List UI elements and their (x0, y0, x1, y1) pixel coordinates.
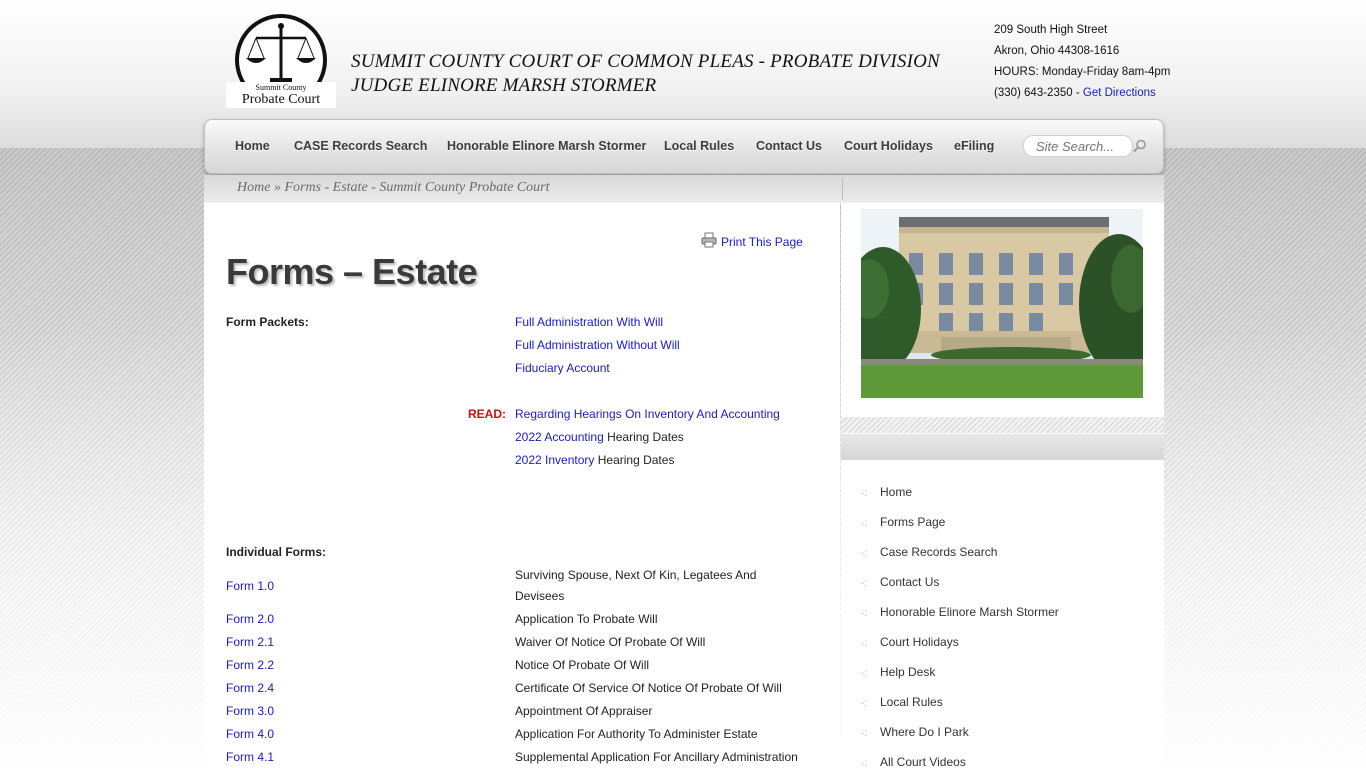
main-nav: Home CASE Records Search Honorable Elino… (204, 119, 1164, 174)
form-link[interactable]: Form 4.0 (226, 727, 274, 741)
form-link[interactable]: Form 2.1 (226, 635, 274, 649)
printer-icon[interactable] (701, 232, 717, 248)
phone-text: (330) 643-2350 - (994, 87, 1080, 99)
sidebar-item-court-holidays[interactable]: ·: Court Holidays (861, 635, 959, 649)
bullet-icon: ·: (861, 518, 868, 529)
sidebar-item-label: Where Do I Park (880, 725, 969, 739)
accounting-hearing-line: 2022 Accounting Hearing Dates (515, 430, 684, 444)
sidebar-item-where-do-i-park[interactable]: ·: Where Do I Park (861, 725, 969, 739)
address-line1: 209 South High Street (994, 24, 1108, 36)
site-search-input[interactable] (1023, 135, 1133, 157)
bullet-icon: ·: (861, 608, 868, 619)
sidebar-item-all-court-videos[interactable]: ·: All Court Videos (861, 755, 966, 768)
breadcrumb-home-link[interactable]: Home (237, 180, 270, 195)
form-description: Certificate Of Service Of Notice Of Prob… (515, 681, 782, 695)
main-content: Print This Page Forms – Estate Form Pack… (204, 203, 840, 768)
hours-text: HOURS: Monday-Friday 8am-4pm (994, 66, 1171, 78)
accounting-hearing-text: Hearing Dates (607, 430, 684, 444)
sidebar: ·: Home ·: Forms Page ·: Case Records Searc… (841, 203, 1164, 768)
probate-court-logo[interactable]: Summit County Probate Court (226, 14, 336, 108)
form-description: Notice Of Probate Of Will (515, 658, 650, 672)
form-description: Application To Probate Will (515, 612, 658, 626)
print-this-page-link[interactable]: Print This Page (721, 235, 803, 249)
sidebar-item-label: Forms Page (880, 515, 946, 529)
nav-contact-us[interactable]: Contact Us (756, 139, 822, 153)
breadcrumb: Home » Forms - Estate - Summit County Pr… (237, 180, 550, 196)
sidebar-item-case-records-search[interactable]: ·: Case Records Search (861, 545, 997, 559)
sidebar-item-forms-page[interactable]: ·: Forms Page (861, 515, 945, 529)
site-title-line1: SUMMIT COUNTY COURT OF COMMON PLEAS - PR… (351, 51, 940, 72)
packet-fiduciary-account-link[interactable]: Fiduciary Account (515, 361, 610, 375)
sidebar-separator (841, 417, 1164, 433)
site-title-line2: JUDGE ELINORE MARSH STORMER (351, 75, 657, 96)
form-description: Appointment Of Appraiser (515, 704, 653, 718)
accounting-2022-link[interactable]: 2022 Accounting (515, 430, 604, 444)
breadcrumb-separator: » (270, 180, 285, 195)
courthouse-photo (861, 209, 1143, 398)
sidebar-item-local-rules[interactable]: ·: Local Rules (861, 695, 943, 709)
phone-line: (330) 643-2350 - Get Directions (994, 83, 1194, 104)
form-link[interactable]: Form 2.4 (226, 681, 274, 695)
address-line2: Akron, Ohio 44308-1616 (994, 45, 1120, 57)
breadcrumb-bar: Home » Forms - Estate - Summit County Pr… (204, 175, 1164, 203)
individual-forms-label: Individual Forms: (226, 545, 327, 559)
sidebar-item-contact-us[interactable]: ·: Contact Us (861, 575, 939, 589)
bullet-icon: ·: (861, 668, 868, 679)
nav-honorable-judge[interactable]: Honorable Elinore Marsh Stormer (447, 139, 646, 153)
nav-local-rules[interactable]: Local Rules (664, 139, 734, 153)
nav-efiling[interactable]: eFiling (954, 139, 994, 153)
sidebar-item-label: Court Holidays (880, 635, 959, 649)
form-description: Application For Authority To Administer … (515, 727, 758, 741)
sidebar-item-label: Contact Us (880, 575, 940, 589)
form-link[interactable]: Form 4.1 (226, 750, 274, 764)
breadcrumb-current: Forms - Estate - Summit County Probate C… (284, 180, 550, 195)
nav-court-holidays[interactable]: Court Holidays (844, 139, 933, 153)
sidebar-item-home[interactable]: ·: Home (861, 485, 912, 499)
form-description: Waiver Of Notice Of Probate Of Will (515, 635, 706, 649)
nav-home[interactable]: Home (235, 139, 270, 153)
form-link[interactable]: Form 2.0 (226, 612, 274, 626)
inventory-hearing-line: 2022 Inventory Hearing Dates (515, 453, 674, 467)
page-title: Forms – Estate (226, 251, 478, 292)
sidebar-item-help-desk[interactable]: ·: Help Desk (861, 665, 935, 679)
sidebar-item-label: Local Rules (880, 695, 943, 709)
form-link[interactable]: Form 2.2 (226, 658, 274, 672)
breadcrumb-divider (842, 178, 843, 200)
packet-full-admin-with-will-link[interactable]: Full Administration With Will (515, 315, 663, 329)
form-link[interactable]: Form 1.0 (226, 579, 274, 593)
nav-case-records-search[interactable]: CASE Records Search (294, 139, 427, 153)
sidebar-item-label: Help Desk (880, 665, 936, 679)
bullet-icon: ·: (861, 488, 868, 499)
form-link[interactable]: Form 3.0 (226, 704, 274, 718)
search-icon[interactable] (1133, 139, 1147, 153)
get-directions-link[interactable]: Get Directions (1083, 87, 1156, 99)
hearings-inventory-accounting-link[interactable]: Regarding Hearings On Inventory And Acco… (515, 407, 780, 421)
inventory-hearing-text: Hearing Dates (597, 453, 675, 467)
site-title: SUMMIT COUNTY COURT OF COMMON PLEAS - PR… (351, 50, 991, 98)
sidebar-item-honorable-judge[interactable]: ·: Honorable Elinore Marsh Stormer (861, 605, 1059, 619)
form-description: Supplemental Application For Ancillary A… (515, 750, 798, 764)
bullet-icon: ·: (861, 548, 868, 559)
form-description: Surviving Spouse, Next Of Kin, Legatees … (515, 568, 757, 603)
sidebar-item-label: Home (880, 485, 913, 499)
sidebar-item-label: All Court Videos (880, 755, 966, 768)
sidebar-item-label: Case Records Search (880, 545, 998, 559)
bullet-icon: ·: (861, 758, 868, 768)
inventory-2022-link[interactable]: 2022 Inventory (515, 453, 594, 467)
form-packets-label: Form Packets: (226, 315, 309, 329)
bullet-icon: ·: (861, 698, 868, 709)
bullet-icon: ·: (861, 638, 868, 649)
logo-bottom-text: Probate Court (242, 92, 320, 107)
bullet-icon: ·: (861, 578, 868, 589)
bullet-icon: ·: (861, 728, 868, 739)
read-label: READ: (468, 407, 506, 421)
logo-top-text: Summit County (256, 83, 307, 92)
contact-block: 209 South High Street Akron, Ohio 44308-… (994, 20, 1194, 104)
sidebar-item-label: Honorable Elinore Marsh Stormer (880, 605, 1059, 619)
sidebar-menu-header (841, 434, 1164, 460)
packet-full-admin-without-will-link[interactable]: Full Administration Without Will (515, 338, 680, 352)
